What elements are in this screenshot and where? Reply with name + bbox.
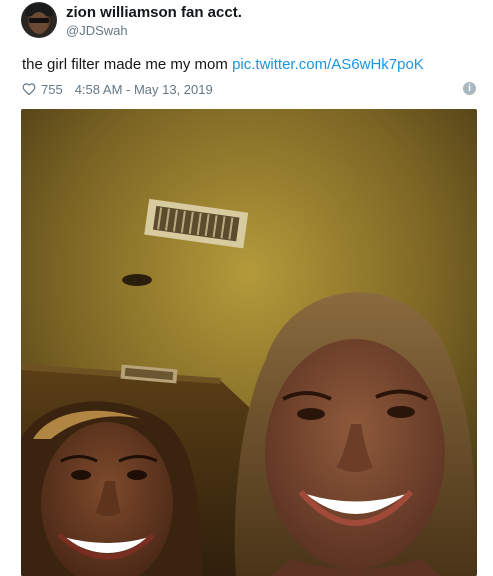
tweet-media-link[interactable]: pic.twitter.com/AS6wHk7poK: [232, 56, 424, 73]
tweet-card: zion williamson fan acct. @JDSwah the gi…: [0, 0, 493, 576]
tweet-body: the girl filter made me my mom: [22, 56, 228, 73]
tweet-text: the girl filter made me my mom pic.twitt…: [22, 55, 424, 75]
author-display-name[interactable]: zion williamson fan acct.: [66, 4, 242, 21]
avatar-face: [30, 12, 48, 34]
author-handle[interactable]: @JDSwah: [66, 23, 128, 38]
heart-icon[interactable]: [22, 82, 36, 96]
selfie-photo-illustration: [21, 109, 477, 576]
avatar-sunglasses: [29, 18, 49, 23]
like-count: 755: [41, 81, 63, 97]
tweet-timestamp[interactable]: 4:58 AM - May 13, 2019: [75, 82, 213, 97]
info-icon[interactable]: i: [463, 82, 476, 95]
author-avatar[interactable]: [21, 2, 57, 38]
tweet-photo[interactable]: [21, 109, 477, 576]
tweet-meta: 755 4:58 AM - May 13, 2019: [22, 80, 213, 98]
